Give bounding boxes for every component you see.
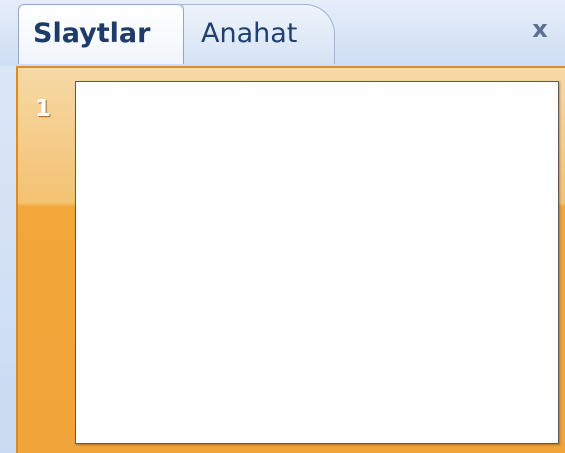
tab-outline-label: Anahat [201,18,298,49]
slides-panel: Slaytlar Anahat x 1 [0,0,565,453]
tab-outline[interactable]: Anahat [170,4,335,64]
tab-bar: Slaytlar Anahat x [0,0,565,66]
close-icon[interactable]: x [527,14,553,44]
slide-thumbnail[interactable] [75,81,559,444]
slide-number: 1 [35,96,52,122]
tab-slides[interactable]: Slaytlar [18,4,184,64]
slides-list: 1 [16,66,565,453]
tab-slides-label: Slaytlar [33,18,151,49]
